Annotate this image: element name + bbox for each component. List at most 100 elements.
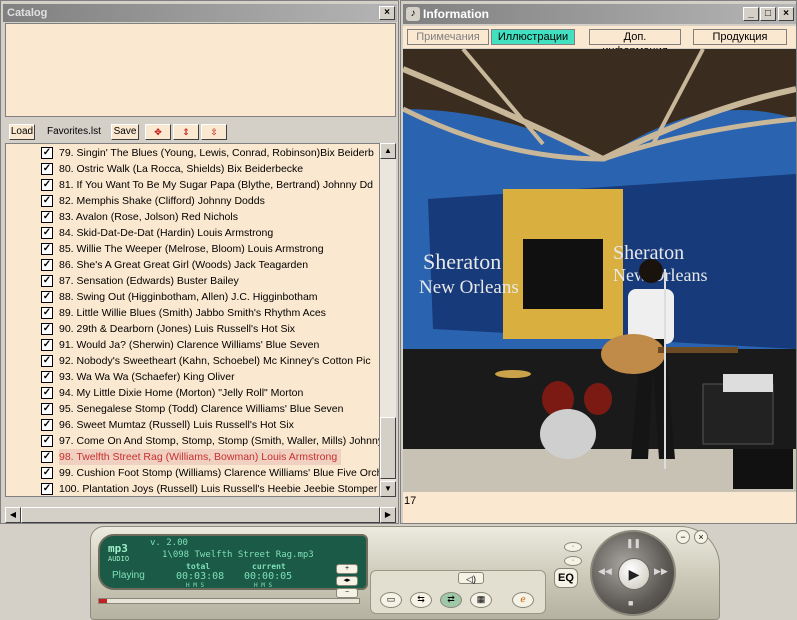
mute-icon[interactable]: ◁) [458, 572, 484, 584]
track-checkbox[interactable]: ✓ [41, 195, 53, 207]
next-icon[interactable]: ▶▶ [654, 566, 668, 577]
track-list-item[interactable]: ✓ 82. Memphis Shake (Clifford) Johnny Dod… [6, 193, 379, 209]
track-list-item[interactable]: ✓ 91. Would Ja? (Sherwin) Clarence Willia… [6, 337, 379, 353]
track-list-item[interactable]: ✓ 100. Plantation Joys (Russell) Luis Rus… [6, 481, 379, 496]
track-list-item[interactable]: ✓ 94. My Little Dixie Home (Morton) "Jell… [6, 385, 379, 401]
track-list-item[interactable]: ✓ 84. Skid-Dat-De-Dat (Hardin) Louis Arms… [6, 225, 379, 241]
track-list-item[interactable]: ✓ 83. Avalon (Rose, Jolson) Red Nichols [6, 209, 379, 225]
track-checkbox[interactable]: ✓ [41, 435, 53, 447]
track-checkbox[interactable]: ✓ [41, 147, 53, 159]
load-button[interactable]: Load [9, 124, 35, 140]
track-list-item[interactable]: ✓ 89. Little Willie Blues (Smith) Jabbo S… [6, 305, 379, 321]
tab-extra-info[interactable]: Доп. информация [589, 29, 681, 57]
scroll-down-arrow-icon[interactable]: ▼ [380, 481, 396, 497]
catalog-close-button[interactable]: × [379, 6, 395, 20]
previous-icon[interactable]: ◀◀ [598, 566, 612, 577]
track-checkbox[interactable]: ✓ [41, 243, 53, 255]
track-title: 86. She's A Great Great Girl (Woods) Jac… [59, 259, 309, 271]
skin-button-2[interactable]: · [564, 556, 582, 566]
track-list-item[interactable]: ✓ 95. Senegalese Stomp (Todd) Clarence Wi… [6, 401, 379, 417]
track-checkbox[interactable]: ✓ [41, 467, 53, 479]
move-all-icon[interactable]: ✥ [145, 124, 171, 140]
track-checkbox[interactable]: ✓ [41, 371, 53, 383]
track-list-item[interactable]: ✓ 88. Swing Out (Higginbotham, Allen) J.C… [6, 289, 379, 305]
track-checkbox[interactable]: ✓ [41, 419, 53, 431]
skin-button-1[interactable]: · [564, 542, 582, 552]
mp3-logo-sub: AUDIO [108, 555, 130, 563]
track-list-item[interactable]: ✓ 99. Cushion Foot Stomp (Williams) Clare… [6, 465, 380, 481]
track-list-item[interactable]: ✓ 79. Singin' The Blues (Young, Lewis, Co… [6, 145, 379, 161]
track-checkbox[interactable]: ✓ [41, 483, 53, 495]
track-list-item[interactable]: ✓ 93. Wa Wa Wa (Schaefer) King Oliver [6, 369, 379, 385]
track-list-item[interactable]: ✓ 90. 29th & Dearborn (Jones) Luis Russel… [6, 321, 379, 337]
track-title: 87. Sensation (Edwards) Buster Bailey [59, 275, 239, 287]
move-vertical-icon[interactable]: ⇕ [173, 124, 199, 140]
tab-notes[interactable]: Примечания [407, 29, 489, 45]
player-minimize-button[interactable]: − [676, 530, 690, 544]
track-checkbox[interactable]: ✓ [41, 355, 53, 367]
scroll-left-arrow-icon[interactable]: ◀ [5, 507, 21, 523]
track-list-item[interactable]: ✓ 86. She's A Great Great Girl (Woods) Ja… [6, 257, 379, 273]
player-close-button[interactable]: × [694, 530, 708, 544]
track-title: 81. If You Want To Be My Sugar Papa (Bly… [59, 179, 374, 191]
catalog-icon[interactable]: ⇆ [410, 592, 432, 608]
track-list-item[interactable]: ✓ 87. Sensation (Edwards) Buster Bailey [6, 273, 379, 289]
track-list-item[interactable]: ✓ 96. Sweet Mumtaz (Russell) Luis Russell… [6, 417, 379, 433]
save-button[interactable]: Save [111, 124, 139, 140]
track-checkbox[interactable]: ✓ [41, 451, 53, 463]
track-title: 89. Little Willie Blues (Smith) Jabbo Sm… [59, 307, 326, 319]
track-list-item[interactable]: ✓ 97. Come On And Stomp, Stomp, Stomp (Sm… [6, 433, 379, 449]
pause-icon[interactable]: ❚❚ [626, 538, 641, 549]
track-title: 96. Sweet Mumtaz (Russell) Luis Russell'… [59, 419, 294, 431]
stop-icon[interactable]: ■ [628, 598, 633, 608]
sort-icon[interactable]: ⇳ [201, 124, 227, 140]
catalog-title: Catalog [3, 4, 397, 22]
information-close-button[interactable]: × [778, 7, 794, 21]
track-checkbox[interactable]: ✓ [41, 387, 53, 399]
track-list-item[interactable]: ✓ 98. Twelfth Street Rag (Williams, Bowma… [6, 449, 379, 465]
track-checkbox[interactable]: ✓ [41, 339, 53, 351]
track-checkbox[interactable]: ✓ [41, 291, 53, 303]
track-list: ✓ 79. Singin' The Blues (Young, Lewis, Co… [5, 143, 380, 497]
illustration-photo: Sheraton New Orleans Sheraton New Orlean… [403, 49, 796, 492]
track-checkbox[interactable]: ✓ [41, 163, 53, 175]
track-title: 99. Cushion Foot Stomp (Williams) Claren… [59, 467, 380, 479]
track-list-item[interactable]: ✓ 85. Willie The Weeper (Melrose, Bloom) … [6, 241, 379, 257]
horizontal-scroll-thumb[interactable] [21, 507, 380, 523]
scroll-right-arrow-icon[interactable]: ▶ [380, 507, 396, 523]
track-checkbox[interactable]: ✓ [41, 211, 53, 223]
transport-dial[interactable]: ▶ ❚❚ ◀◀ ▶▶ ■ [590, 530, 676, 616]
track-list-vertical-scrollbar[interactable]: ▲ ▼ [380, 143, 396, 497]
track-list-item[interactable]: ✓ 80. Ostric Walk (La Rocca, Shields) Bix… [6, 161, 379, 177]
player-skin: mp3 AUDIO v. 2.00 1\098 Twelfth Street R… [90, 526, 720, 620]
minimize-button[interactable]: _ [743, 7, 759, 21]
scroll-thumb[interactable] [380, 417, 396, 479]
track-checkbox[interactable]: ✓ [41, 227, 53, 239]
track-checkbox[interactable]: ✓ [41, 179, 53, 191]
track-checkbox[interactable]: ✓ [41, 275, 53, 287]
play-icon[interactable]: ▶ [618, 558, 650, 590]
volume-up-button[interactable]: + [336, 564, 358, 574]
maximize-button[interactable]: □ [760, 7, 776, 21]
track-checkbox[interactable]: ✓ [41, 323, 53, 335]
balance-button[interactable]: ◂▸ [336, 576, 358, 586]
tab-illustrations[interactable]: Иллюстрации [491, 29, 575, 45]
grid-icon[interactable]: ▦ [470, 592, 492, 608]
track-list-item[interactable]: ✓ 81. If You Want To Be My Sugar Papa (Bl… [6, 177, 379, 193]
track-checkbox[interactable]: ✓ [41, 307, 53, 319]
scroll-up-arrow-icon[interactable]: ▲ [380, 143, 396, 159]
track-list-horizontal-scrollbar[interactable]: ◀ ▶ [5, 507, 396, 523]
track-list-item[interactable]: ✓ 92. Nobody's Sweetheart (Kahn, Schoebel… [6, 353, 379, 369]
track-title: 79. Singin' The Blues (Young, Lewis, Con… [59, 147, 374, 159]
eq-button[interactable]: EQ [554, 568, 578, 588]
seek-bar[interactable] [98, 598, 360, 604]
track-checkbox[interactable]: ✓ [41, 403, 53, 415]
track-checkbox[interactable]: ✓ [41, 259, 53, 271]
volume-down-button[interactable]: − [336, 588, 358, 598]
info-icon[interactable]: ⇄ [440, 592, 462, 608]
web-icon[interactable]: ℯ [512, 592, 534, 608]
tab-products[interactable]: Продукция [693, 29, 787, 45]
track-title: 82. Memphis Shake (Clifford) Johnny Dodd… [59, 195, 265, 207]
track-title: 93. Wa Wa Wa (Schaefer) King Oliver [59, 371, 235, 383]
playlist-icon[interactable]: ▭ [380, 592, 402, 608]
